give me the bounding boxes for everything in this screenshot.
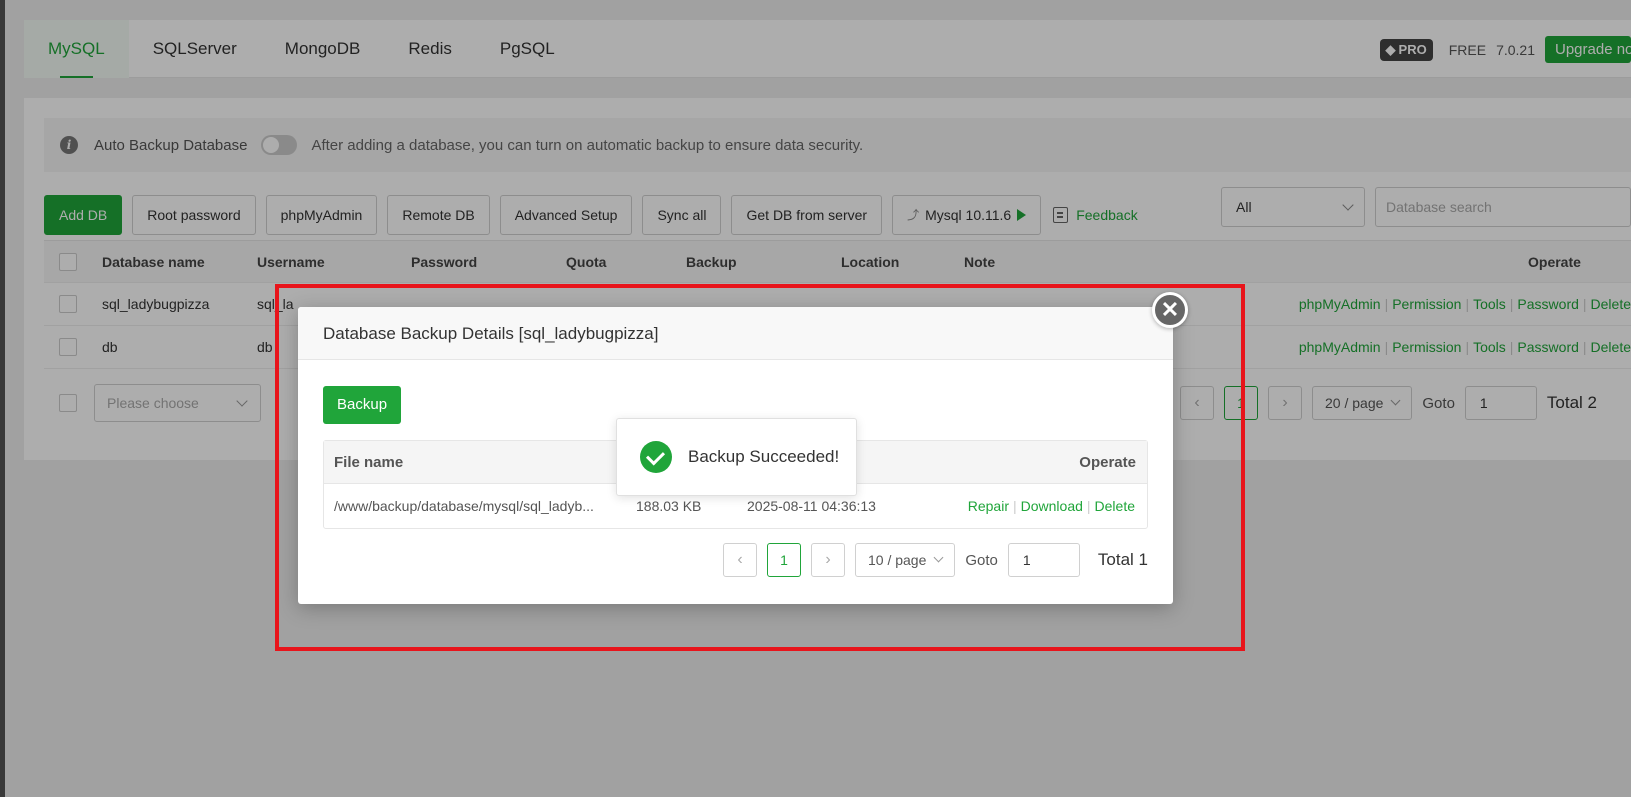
close-icon[interactable]: ✕ (1152, 292, 1188, 328)
col-file-name: File name (334, 454, 404, 471)
delete-link[interactable]: Delete (1095, 498, 1135, 514)
download-link[interactable]: Download (1021, 498, 1083, 514)
check-circle-icon (640, 441, 672, 473)
page-size-value: 10 / page (867, 552, 927, 568)
modal-title: Database Backup Details [sql_ladybugpizz… (298, 307, 1173, 360)
backup-file-path: /www/backup/database/mysql/sql_ladyb... (334, 498, 594, 514)
chevron-down-icon (933, 552, 944, 563)
modal-pagination: ‹ 1 › 10 / page Goto 1 Total 1 (722, 543, 1148, 577)
goto-label: Goto (965, 551, 998, 569)
success-toast: Backup Succeeded! (616, 418, 857, 496)
backup-operations: Repair | Download | Delete (967, 498, 1135, 514)
goto-input[interactable]: 1 (1007, 543, 1080, 577)
repair-link[interactable]: Repair (968, 498, 1009, 514)
col-operate: Operate (1079, 454, 1136, 471)
page-size-select[interactable]: 10 / page (854, 543, 956, 577)
toast-message: Backup Succeeded! (688, 447, 840, 466)
next-page-button[interactable]: › (810, 543, 845, 577)
page-number[interactable]: 1 (766, 543, 801, 577)
total-label: Total 1 (1097, 550, 1148, 569)
prev-page-button[interactable]: ‹ (722, 543, 757, 577)
backup-button[interactable]: Backup (323, 386, 402, 424)
